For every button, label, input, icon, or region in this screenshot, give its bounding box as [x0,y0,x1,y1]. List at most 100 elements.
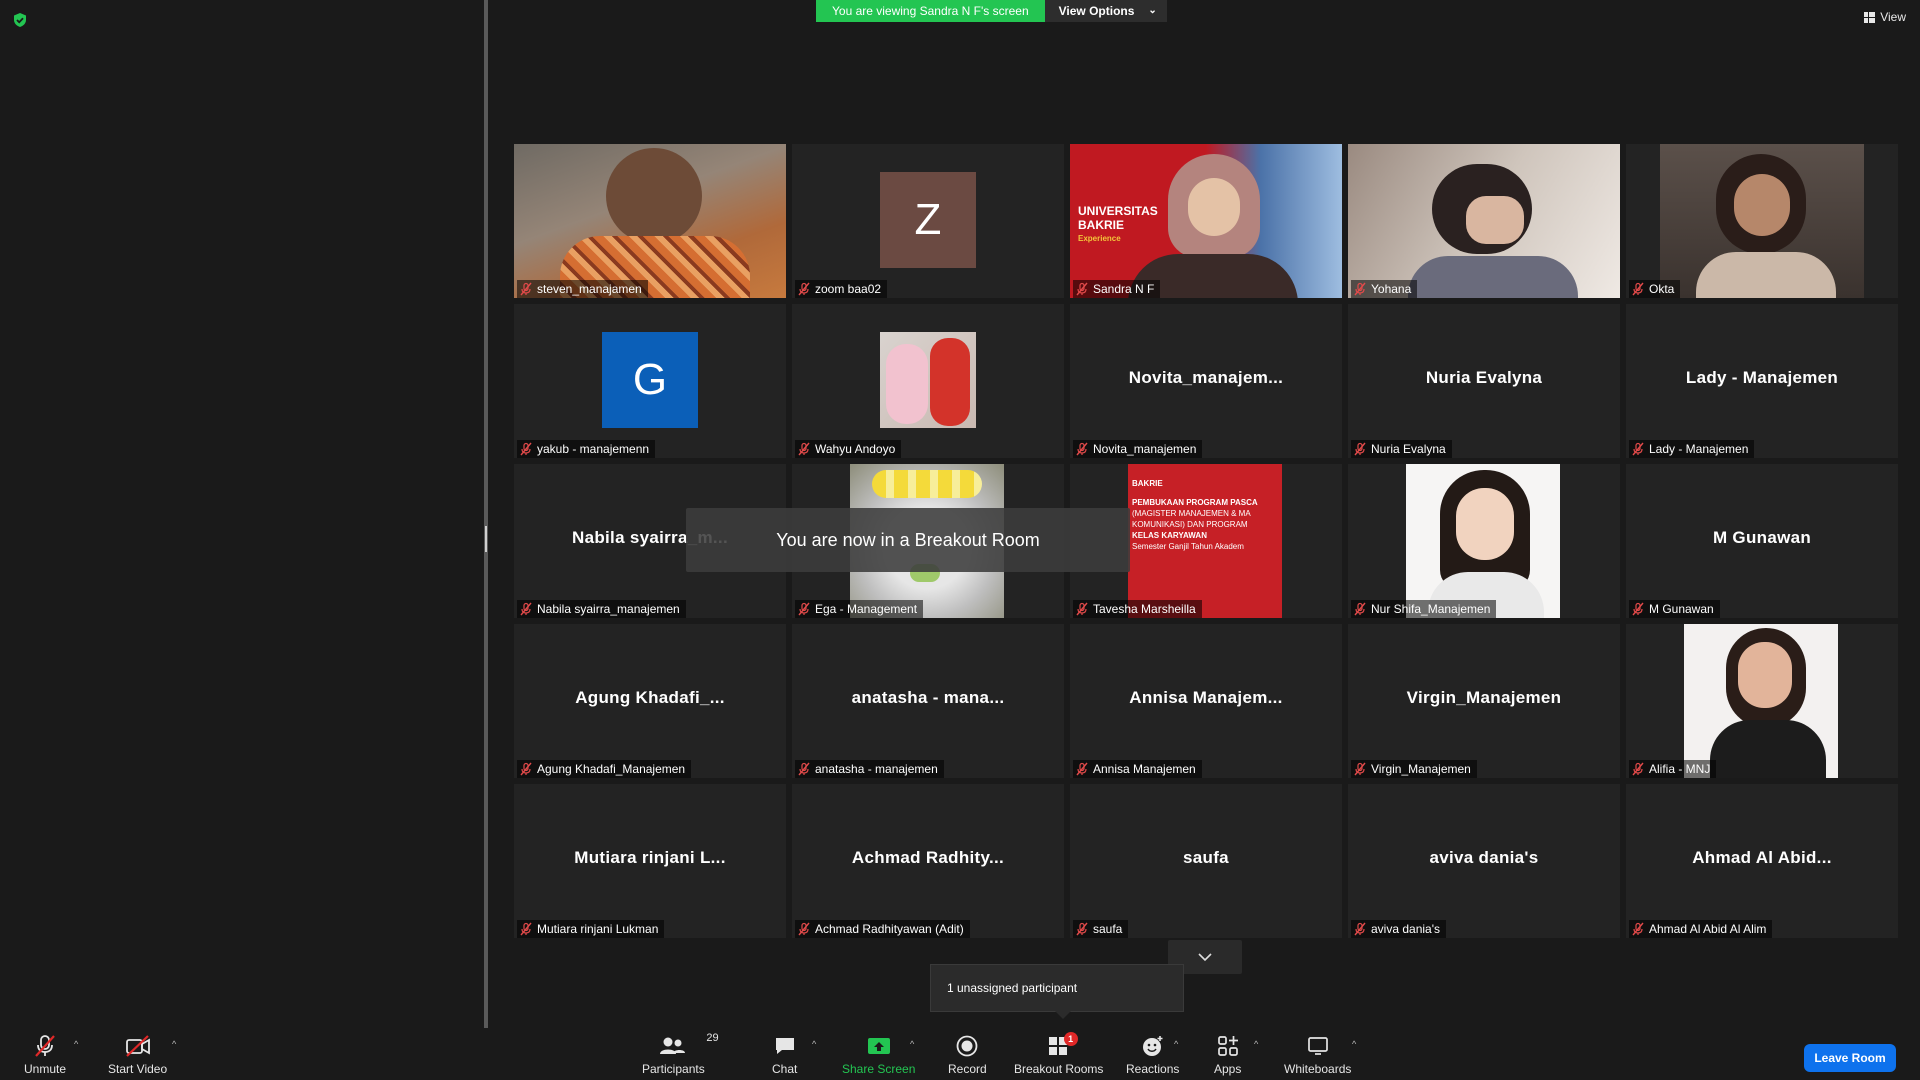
participant-tile[interactable]: Gyakub - manajemenn [514,304,786,458]
chat-button[interactable]: Chat [772,1034,797,1076]
chat-options-caret-icon[interactable]: ^ [812,1039,816,1049]
participant-tile[interactable]: Nuria Evalyna Nuria Evalyna [1348,304,1620,458]
participants-icon [660,1037,686,1054]
participant-name: Okta [1649,282,1675,296]
participant-name: Novita_manajemen [1093,442,1197,456]
participant-tile[interactable]: Achmad Radhity... Achmad Radhityawan (Adi… [792,784,1064,938]
participant-name-label: Annisa Manajemen [1073,760,1202,778]
participant-name: Agung Khadafi_Manajemen [537,762,686,776]
apps-caret-icon[interactable]: ^ [1254,1039,1258,1049]
unassigned-participant-tooltip: 1 unassigned participant [930,964,1184,1019]
participant-tile[interactable]: Novita_manajem... Novita_manajemen [1070,304,1342,458]
breakout-rooms-label: Breakout Rooms [1014,1062,1104,1076]
record-icon [956,1035,978,1057]
video-options-caret-icon[interactable]: ^ [172,1039,176,1049]
participant-tile[interactable]: Alifia - MNJ [1626,624,1898,778]
whiteboards-caret-icon[interactable]: ^ [1352,1039,1356,1049]
participant-name-label: Nur Shifa_Manajemen [1351,600,1497,618]
mic-muted-icon [1076,442,1088,456]
slide-line: Semester Ganjil Tahun Akadem [1132,542,1244,551]
participant-tile[interactable]: Ahmad Al Abid... Ahmad Al Abid Al Alim [1626,784,1898,938]
participant-tile[interactable]: Virgin_Manajemen Virgin_Manajemen [1348,624,1620,778]
participant-tile[interactable]: Agung Khadafi_... Agung Khadafi_Manajemen [514,624,786,778]
share-options-caret-icon[interactable]: ^ [910,1039,914,1049]
participant-name: Nur Shifa_Manajemen [1371,602,1491,616]
breakout-rooms-button[interactable]: 1 Breakout Rooms [1014,1032,1104,1076]
leave-room-button[interactable]: Leave Room [1804,1044,1896,1072]
participant-name: Annisa Manajemen [1093,762,1196,776]
participant-tile[interactable]: Wahyu Andoyo [792,304,1064,458]
meeting-toolbar: Unmute ^ Start Video ^ 29 Participants C… [0,1028,1920,1080]
divider-handle[interactable] [485,526,487,552]
shield-check-icon[interactable] [12,12,28,28]
participant-tile[interactable]: Lady - Manajemen Lady - Manajemen [1626,304,1898,458]
view-options-button[interactable]: View Options ⌄ [1044,0,1167,22]
mic-muted-icon [520,922,532,936]
mic-muted-icon [798,922,810,936]
reactions-caret-icon[interactable]: ^ [1174,1039,1178,1049]
participant-name-label: Wahyu Andoyo [795,440,902,458]
participant-display-name: Mutiara rinjani L... [574,848,726,867]
slide-title: PEMBUKAAN PROGRAM PASCA [1132,498,1258,507]
participant-name: Wahyu Andoyo [815,442,896,456]
participant-name-label: Alifia - MNJ [1629,760,1717,778]
participant-name: anatasha - manajemen [815,762,938,776]
view-button-label: View [1880,10,1906,24]
apps-button[interactable]: Apps [1214,1034,1241,1076]
audio-options-caret-icon[interactable]: ^ [74,1039,78,1049]
participant-display-name: aviva dania's [1429,848,1539,867]
chevron-down-icon [1198,952,1212,961]
participant-tile[interactable]: steven_manajamen [514,144,786,298]
participant-name: Nabila syairra_manajemen [537,602,680,616]
participant-tile[interactable]: aviva dania's aviva dania's [1348,784,1620,938]
participant-tile[interactable]: M Gunawan M Gunawan [1626,464,1898,618]
participant-tile[interactable]: Zzoom baa02 [792,144,1064,298]
slide-line: KOMUNIKASI) DAN PROGRAM [1132,520,1248,529]
mic-muted-icon [798,762,810,776]
reactions-button[interactable]: Reactions [1126,1034,1179,1076]
microphone-muted-icon [35,1035,55,1057]
participant-name-label: Agung Khadafi_Manajemen [517,760,692,778]
breakout-room-toast: You are now in a Breakout Room [686,508,1130,572]
record-button[interactable]: Record [948,1034,987,1076]
slide-line: KELAS KARYAWAN [1132,531,1207,540]
participant-tile[interactable]: UNIVERSITAS BAKRIE Experience Sandra N F [1070,144,1342,298]
participant-tile[interactable]: anatasha - mana... anatasha - manajemen [792,624,1064,778]
participant-tile[interactable]: saufa saufa [1070,784,1342,938]
apps-label: Apps [1214,1062,1242,1076]
participant-name: Nuria Evalyna [1371,442,1446,456]
avatar-initial: G [632,355,668,404]
mic-muted-icon [1354,602,1366,616]
panel-divider[interactable] [484,0,488,1028]
participant-name-label: Okta [1629,280,1681,298]
view-button[interactable]: View [1864,10,1906,24]
participant-name-label: aviva dania's [1351,920,1446,938]
chevron-down-icon: ⌄ [1148,5,1157,16]
participant-tile[interactable]: Mutiara rinjani L... Mutiara rinjani Lukm… [514,784,786,938]
participant-tile[interactable]: Annisa Manajem... Annisa Manajemen [1070,624,1342,778]
mic-muted-icon [1354,762,1366,776]
participant-name: Sandra N F [1093,282,1155,296]
unmute-label: Unmute [24,1062,67,1076]
participant-tile[interactable]: Nur Shifa_Manajemen [1348,464,1620,618]
mic-muted-icon [520,282,532,296]
participant-name: Ahmad Al Abid Al Alim [1649,922,1767,936]
participants-count: 29 [706,1032,719,1044]
participant-name-label: Yohana [1351,280,1418,298]
participant-tile[interactable]: Yohana [1348,144,1620,298]
mic-muted-icon [1354,922,1366,936]
participant-name-label: saufa [1073,920,1129,938]
participant-tile[interactable]: Okta [1626,144,1898,298]
start-video-button[interactable]: Start Video [108,1034,167,1076]
participants-button[interactable]: 29 Participants [642,1032,719,1076]
mic-muted-icon [1632,442,1644,456]
participant-name-label: Novita_manajemen [1073,440,1203,458]
whiteboards-button[interactable]: Whiteboards [1284,1034,1351,1076]
leave-room-label: Leave Room [1814,1051,1886,1065]
unmute-button[interactable]: Unmute [24,1034,66,1076]
share-screen-button[interactable]: Share Screen [842,1034,915,1076]
participant-display-name: Agung Khadafi_... [575,688,725,707]
mic-muted-icon [798,602,810,616]
participant-name-label: Virgin_Manajemen [1351,760,1477,778]
mic-muted-icon [1076,762,1088,776]
